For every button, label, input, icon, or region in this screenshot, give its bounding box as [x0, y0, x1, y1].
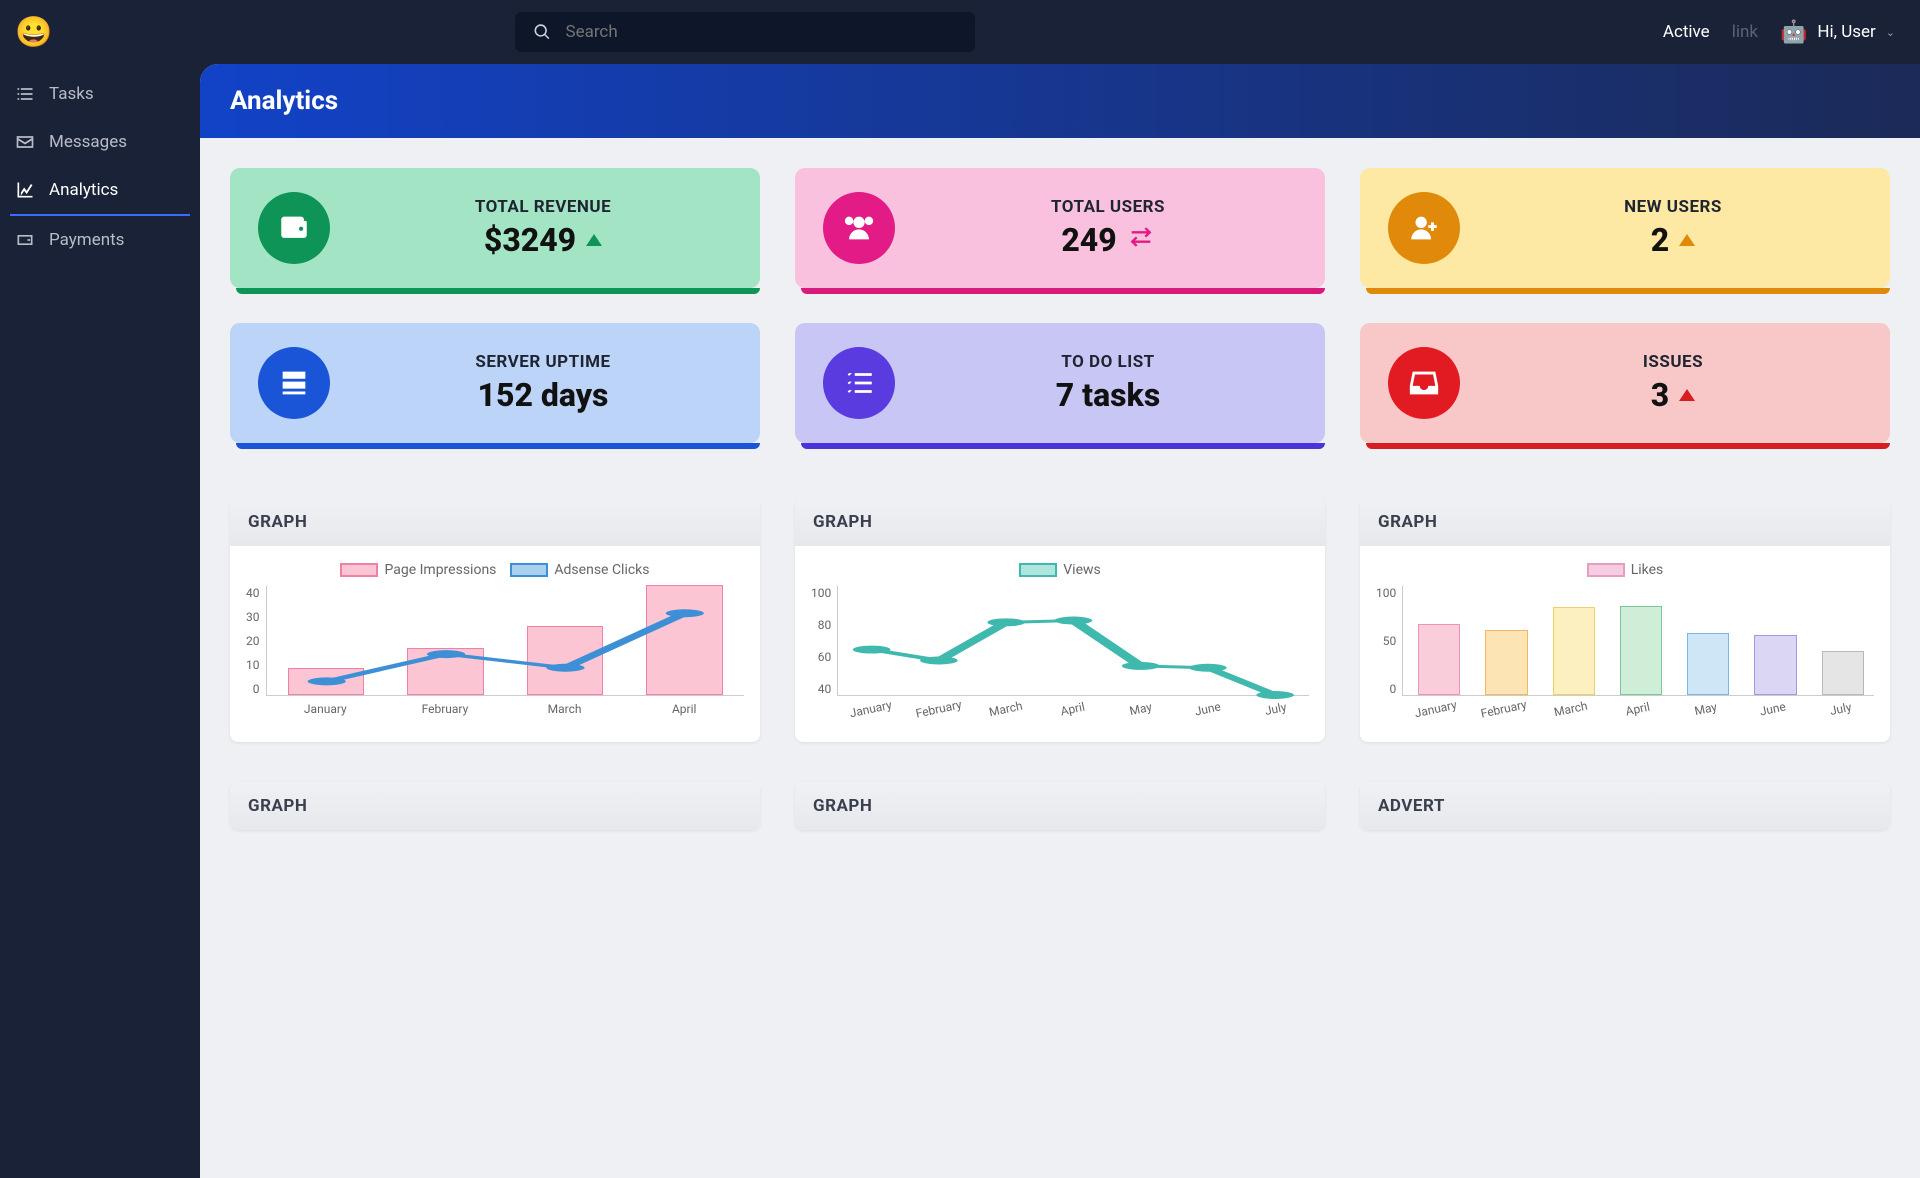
- stat-value: 7 tasks: [919, 376, 1297, 414]
- stat-card-green[interactable]: TOTAL REVENUE $3249: [230, 168, 760, 288]
- stat-card-pink[interactable]: TOTAL USERS 249: [795, 168, 1325, 288]
- inbox-icon: [1388, 347, 1460, 419]
- sidebar-item-label: Messages: [49, 132, 127, 152]
- legend-item: Views: [1019, 562, 1101, 578]
- page-header: Analytics: [200, 64, 1920, 138]
- topbar-active-link[interactable]: Active: [1663, 22, 1710, 42]
- sidebar-item-tasks[interactable]: Tasks: [0, 70, 200, 118]
- chart-xaxis: JanuaryFebruaryMarchAprilMayJuneJuly: [1402, 702, 1874, 716]
- sidebar-item-label: Tasks: [49, 84, 94, 104]
- sidebar-item-payments[interactable]: Payments: [0, 216, 200, 264]
- chart-legend: Page Impressions Adsense Clicks: [246, 562, 744, 578]
- sidebar: 😀 Tasks Messages Analytics Payments: [0, 0, 200, 1178]
- stat-label: TO DO LIST: [919, 352, 1297, 372]
- chart-bar: [1553, 607, 1595, 695]
- users-icon: [823, 192, 895, 264]
- stat-label: SERVER UPTIME: [354, 352, 732, 372]
- graph-card: GRAPH: [230, 782, 760, 830]
- avatar: 🤖: [1780, 20, 1807, 45]
- stat-card-blue[interactable]: SERVER UPTIME 152 days: [230, 323, 760, 443]
- graph-title: GRAPH: [795, 498, 1325, 546]
- chart-bar: [1620, 606, 1662, 695]
- search-input[interactable]: [565, 22, 957, 42]
- graph-title: GRAPH: [230, 498, 760, 546]
- user-menu[interactable]: 🤖 Hi, User ⌄: [1780, 20, 1895, 45]
- graph-title: GRAPH: [1360, 498, 1890, 546]
- stat-value: 3: [1484, 376, 1862, 414]
- advert-title: ADVERT: [1360, 782, 1890, 830]
- user-plus-icon: [1388, 192, 1460, 264]
- chart-yaxis: 100806040: [811, 586, 837, 696]
- chart-bar: [1822, 651, 1864, 695]
- chart-icon: [15, 180, 35, 200]
- chart-legend: Views: [811, 562, 1309, 578]
- wallet-icon: [258, 192, 330, 264]
- logo: 😀: [0, 15, 200, 70]
- stat-card-purple[interactable]: TO DO LIST 7 tasks: [795, 323, 1325, 443]
- stat-value: $3249: [354, 221, 732, 259]
- chart-legend: Likes: [1376, 562, 1874, 578]
- stat-label: TOTAL REVENUE: [354, 197, 732, 217]
- trend-up-icon: [586, 234, 602, 246]
- server-icon: [258, 347, 330, 419]
- stat-label: TOTAL USERS: [919, 197, 1297, 217]
- chart-plot: [837, 586, 1309, 696]
- chart-bar: [1485, 630, 1527, 695]
- legend-item: Likes: [1587, 562, 1664, 578]
- graph-card: GRAPH Likes 100500 JanuaryFebruaryMarchA…: [1360, 498, 1890, 742]
- legend-item: Page Impressions: [340, 562, 496, 578]
- graph-title: GRAPH: [795, 782, 1325, 830]
- stat-label: NEW USERS: [1484, 197, 1862, 217]
- stat-value: 152 days: [354, 376, 732, 414]
- topbar-link[interactable]: link: [1732, 22, 1758, 42]
- chart-xaxis: JanuaryFebruaryMarchAprilMayJuneJuly: [837, 702, 1309, 716]
- search-box[interactable]: [515, 12, 975, 52]
- chart-yaxis: 100500: [1376, 586, 1402, 696]
- chart-yaxis: 403020100: [246, 586, 266, 696]
- chart-bar: [1754, 635, 1796, 696]
- search-icon: [533, 22, 551, 42]
- stat-value: 249: [919, 221, 1297, 259]
- chart-xaxis: JanuaryFebruaryMarchApril: [266, 702, 745, 716]
- graph-card: GRAPH Views 100806040 JanuaryFebruaryMar…: [795, 498, 1325, 742]
- sidebar-item-messages[interactable]: Messages: [0, 118, 200, 166]
- chart-line: [267, 586, 745, 695]
- trend-up-icon: [1679, 389, 1695, 401]
- graph-title: GRAPH: [230, 782, 760, 830]
- chart-bar: [1418, 624, 1460, 696]
- swap-icon: [1127, 221, 1155, 259]
- trend-up-icon: [1679, 234, 1695, 246]
- stat-label: ISSUES: [1484, 352, 1862, 372]
- sidebar-item-analytics[interactable]: Analytics: [10, 166, 190, 216]
- stat-card-red[interactable]: ISSUES 3: [1360, 323, 1890, 443]
- envelope-icon: [15, 132, 35, 152]
- chart-line: [838, 586, 1309, 695]
- chart-plot: [266, 586, 745, 696]
- chart-plot: [1402, 586, 1874, 696]
- chevron-down-icon: ⌄: [1886, 26, 1895, 39]
- topbar: Active link 🤖 Hi, User ⌄: [200, 0, 1920, 64]
- user-greeting: Hi, User: [1817, 22, 1875, 42]
- tasks-icon: [15, 84, 35, 104]
- advert-card: ADVERT: [1360, 782, 1890, 830]
- sidebar-item-label: Analytics: [49, 180, 118, 200]
- chart-bar: [1687, 633, 1729, 695]
- legend-item: Adsense Clicks: [510, 562, 649, 578]
- graph-card: GRAPH: [795, 782, 1325, 830]
- page-title: Analytics: [230, 86, 1890, 116]
- sidebar-item-label: Payments: [49, 230, 124, 250]
- wallet-icon: [15, 230, 35, 250]
- graph-card: GRAPH Page Impressions Adsense Clicks 403…: [230, 498, 760, 742]
- list-icon: [823, 347, 895, 419]
- stat-card-yellow[interactable]: NEW USERS 2: [1360, 168, 1890, 288]
- stat-value: 2: [1484, 221, 1862, 259]
